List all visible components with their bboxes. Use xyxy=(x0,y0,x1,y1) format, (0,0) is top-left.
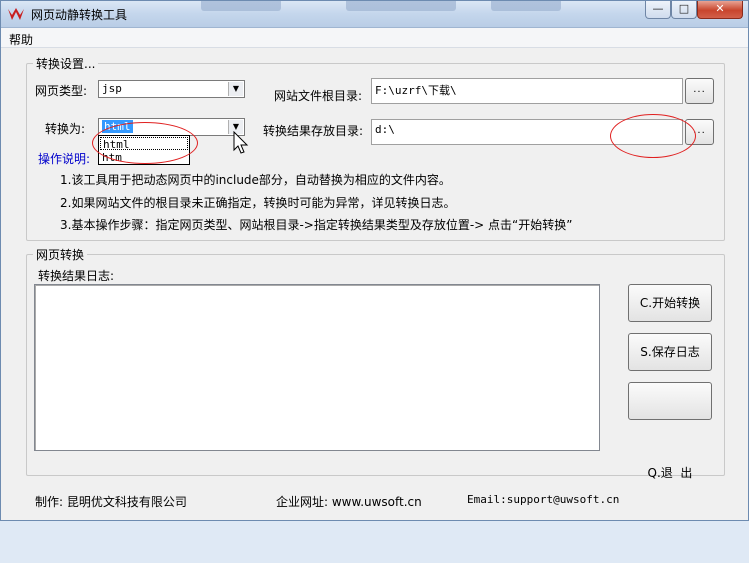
convert-to-label: 转换为: xyxy=(45,122,86,136)
result-dir-label: 转换结果存放目录: xyxy=(263,124,364,138)
result-dir-value: d:\ xyxy=(375,123,395,136)
conversion-log-list[interactable] xyxy=(34,284,600,451)
instructions-title: 操作说明: xyxy=(38,152,91,166)
page-type-select[interactable]: jsp ▼ xyxy=(98,80,245,98)
log-label: 转换结果日志: xyxy=(38,269,115,283)
page-type-label: 网页类型: xyxy=(35,84,88,98)
window-title: 网页动静转换工具 xyxy=(31,8,128,22)
close-button[interactable]: ✕ xyxy=(697,1,743,19)
menu-help[interactable]: 帮助 xyxy=(9,31,33,48)
chevron-down-icon[interactable]: ▼ xyxy=(228,82,243,96)
background-tab xyxy=(491,1,561,11)
exit-button[interactable]: Q.退 出 xyxy=(628,382,712,480)
mouse-pointer-icon xyxy=(233,131,249,154)
background-tab xyxy=(346,1,456,11)
dropdown-option-html[interactable]: html xyxy=(100,137,188,151)
convert-to-dropdown-list: html htm xyxy=(98,135,190,165)
start-convert-button[interactable]: C.开始转换 xyxy=(628,284,712,322)
browse-root-dir-button[interactable]: ... xyxy=(685,78,714,104)
app-logo-icon xyxy=(8,8,24,20)
instruction-line-1: 1.该工具用于把动态网页中的include部分，自动替换为相应的文件内容。 xyxy=(60,173,451,187)
save-log-button[interactable]: S.保存日志 xyxy=(628,333,712,371)
convert-to-value: html xyxy=(102,120,133,133)
instruction-line-3: 3.基本操作步骤：指定网页类型、网站根目录->指定转换结果类型及存放位置-> 点… xyxy=(60,218,573,232)
menu-bar: 帮助 xyxy=(1,28,748,48)
background-tab xyxy=(201,1,281,11)
maximize-button[interactable]: □ xyxy=(671,1,697,19)
maker-text: 制作: 昆明优文科技有限公司 xyxy=(35,495,187,509)
result-dir-input[interactable]: d:\ xyxy=(371,119,683,145)
app-window: 网页动静转换工具 — □ ✕ 帮助 转换设置... 网页类型: jsp ▼ 网站… xyxy=(0,0,749,521)
status-footer: 制作: 昆明优文科技有限公司 企业网址: www.uwsoft.cn Email… xyxy=(1,488,748,512)
email-text: Email:support@uwsoft.cn xyxy=(467,493,620,506)
title-bar[interactable]: 网页动静转换工具 — □ ✕ xyxy=(1,1,748,28)
convert-group-title: 网页转换 xyxy=(33,246,88,263)
dropdown-option-htm[interactable]: htm xyxy=(100,151,188,164)
root-dir-input[interactable]: F:\uzrf\下载\ xyxy=(371,78,683,104)
minimize-button[interactable]: — xyxy=(645,1,671,19)
browse-result-dir-button[interactable]: ... xyxy=(685,119,714,145)
convert-to-select[interactable]: html ▼ xyxy=(98,118,245,136)
settings-group-title: 转换设置... xyxy=(33,55,99,72)
root-dir-label: 网站文件根目录: xyxy=(274,89,363,103)
root-dir-value: F:\uzrf\下载\ xyxy=(375,84,457,97)
page-type-value: jsp xyxy=(102,82,122,95)
instruction-line-2: 2.如果网站文件的根目录未正确指定，转换时可能为异常，详见转换日志。 xyxy=(60,196,456,210)
website-text: 企业网址: www.uwsoft.cn xyxy=(276,495,422,509)
